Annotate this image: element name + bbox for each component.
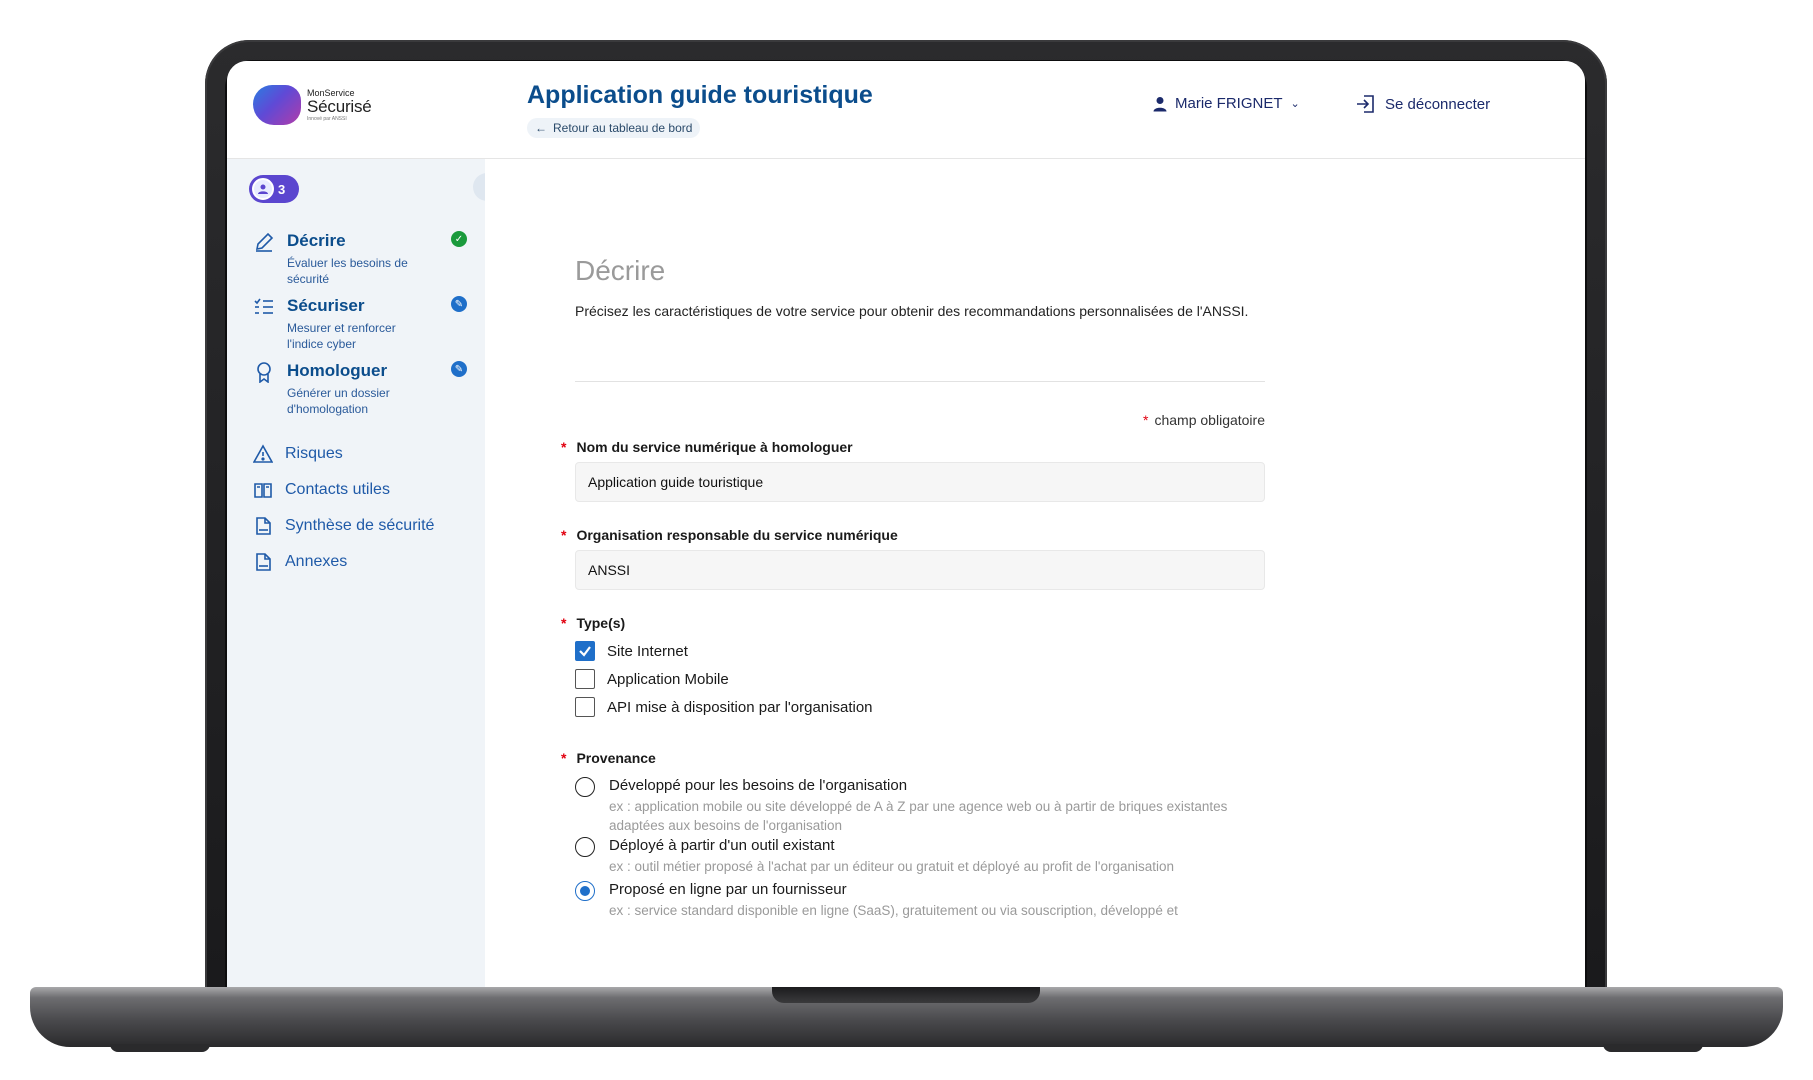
- type-option-api[interactable]: API mise à disposition par l'organisatio…: [575, 697, 873, 717]
- pdf-file-icon: [256, 553, 271, 571]
- types-label: * Type(s): [561, 615, 625, 631]
- step-description: Mesurer et renforcer l'indice cyber: [287, 321, 396, 351]
- radio-hint: ex : service standard disponible en lign…: [609, 903, 1178, 918]
- arrow-left-icon: ←: [535, 121, 547, 135]
- edit-circle-icon: ✎: [451, 296, 467, 312]
- label-text: Organisation responsable du service numé…: [576, 527, 898, 543]
- radio-button[interactable]: [575, 777, 595, 797]
- type-option-site-internet[interactable]: Site Internet: [575, 641, 688, 661]
- organisation-label: * Organisation responsable du service num…: [561, 527, 898, 543]
- checkbox[interactable]: [575, 669, 595, 689]
- user-menu[interactable]: Marie FRIGNET ⌄: [1153, 95, 1300, 112]
- contributor-avatar-icon: [252, 178, 274, 200]
- sidebar-link-annexes[interactable]: Annexes: [253, 552, 347, 572]
- service-name-label: * Nom du service numérique à homologuer: [561, 439, 853, 455]
- radio-label: Déployé à partir d'un outil existant: [609, 837, 835, 854]
- chevron-down-icon: ⌄: [1290, 98, 1300, 110]
- logo-big-text: Sécurisé: [307, 96, 372, 116]
- check-circle-icon: ✓: [451, 231, 467, 247]
- warning-icon: [253, 444, 273, 463]
- section-intro: Précisez les caractéristiques de votre s…: [575, 303, 1249, 319]
- logo-tiny-text: Innové par ANSSI: [307, 115, 347, 122]
- nav-link-label: Annexes: [285, 553, 348, 570]
- pdf-file-icon: [256, 517, 271, 535]
- back-to-dashboard-link[interactable]: ← Retour au tableau de bord: [527, 118, 701, 138]
- nav-link-label: Synthèse de sécurité: [285, 517, 435, 534]
- radio-hint: ex : application mobile ou site développ…: [609, 799, 1228, 833]
- checkbox-label: API mise à disposition par l'organisatio…: [607, 698, 873, 716]
- step-title: Décrire: [287, 231, 346, 250]
- label-text: Type(s): [576, 615, 626, 631]
- divider: [575, 381, 1265, 382]
- required-star: *: [561, 750, 567, 766]
- organisation-input[interactable]: [575, 550, 1265, 590]
- step-title: Homologuer: [287, 361, 388, 380]
- laptop-notch: [772, 987, 1040, 1003]
- main-content: Décrire Précisez les caractéristiques de…: [485, 159, 1585, 989]
- back-link-label: Retour au tableau de bord: [553, 121, 693, 135]
- service-name-input[interactable]: [575, 462, 1265, 502]
- logout-icon: [1357, 95, 1374, 113]
- nav-link-label: Risques: [285, 445, 343, 462]
- label-text: Nom du service numérique à homologuer: [576, 439, 853, 455]
- sidebar: 3 ‹ Décrire Évaluer les besoins de sécur…: [227, 159, 501, 989]
- step-title: Sécuriser: [287, 296, 365, 315]
- radio-hint: ex : outil métier proposé à l'achat par …: [609, 859, 1175, 874]
- required-star: *: [561, 615, 567, 631]
- label-text: Provenance: [576, 750, 656, 766]
- app-logo[interactable]: MonService Sécurisé Innové par ANSSI: [253, 85, 372, 125]
- step-description: Générer un dossier d'homologation: [287, 386, 390, 416]
- checkbox[interactable]: [575, 697, 595, 717]
- radio-button[interactable]: [575, 837, 595, 857]
- required-note-text: champ obligatoire: [1154, 412, 1265, 428]
- checkbox-checked[interactable]: [575, 641, 595, 661]
- checklist-icon: [254, 298, 273, 314]
- required-star: *: [561, 439, 567, 455]
- award-icon: [257, 362, 271, 383]
- required-field-note: * champ obligatoire: [1135, 412, 1265, 428]
- logo-text: MonService Sécurisé Innové par ANSSI: [307, 88, 372, 122]
- sidebar-link-contacts[interactable]: Contacts utiles: [253, 480, 390, 500]
- nav-link-label: Contacts utiles: [285, 481, 390, 498]
- page-title: Application guide touristique: [527, 81, 873, 109]
- provenance-label: * Provenance: [561, 750, 656, 766]
- logout-button[interactable]: Se déconnecter: [1355, 93, 1490, 115]
- book-icon: [254, 483, 272, 498]
- laptop-foot-right: [1603, 1044, 1703, 1052]
- sidebar-link-risques[interactable]: Risques: [253, 444, 343, 464]
- section-title: Décrire: [575, 255, 666, 286]
- user-icon: [1153, 96, 1167, 111]
- logout-label: Se déconnecter: [1385, 95, 1491, 113]
- required-star: *: [1143, 412, 1149, 428]
- contributors-badge[interactable]: 3: [249, 175, 299, 203]
- logo-mark-icon: [253, 85, 301, 125]
- type-option-application-mobile[interactable]: Application Mobile: [575, 669, 729, 689]
- contributors-count: 3: [278, 181, 286, 197]
- radio-label: Développé pour les besoins de l'organisa…: [609, 777, 908, 794]
- check-icon: [579, 646, 591, 657]
- required-star: *: [561, 527, 567, 543]
- sidebar-link-synthese[interactable]: Synthèse de sécurité: [253, 516, 434, 536]
- laptop-screen: MonService Sécurisé Innové par ANSSI App…: [227, 61, 1585, 989]
- pencil-icon: [255, 232, 274, 252]
- radio-label: Proposé en ligne par un fournisseur: [609, 881, 847, 898]
- checkbox-label: Application Mobile: [607, 670, 729, 688]
- laptop-foot-left: [110, 1044, 210, 1052]
- edit-circle-icon: ✎: [451, 361, 467, 377]
- checkbox-label: Site Internet: [607, 642, 688, 660]
- step-description: Évaluer les besoins de sécurité: [287, 256, 408, 286]
- radio-button-selected[interactable]: [575, 881, 595, 901]
- user-name: Marie FRIGNET: [1175, 95, 1283, 112]
- app-header: MonService Sécurisé Innové par ANSSI App…: [227, 61, 1585, 159]
